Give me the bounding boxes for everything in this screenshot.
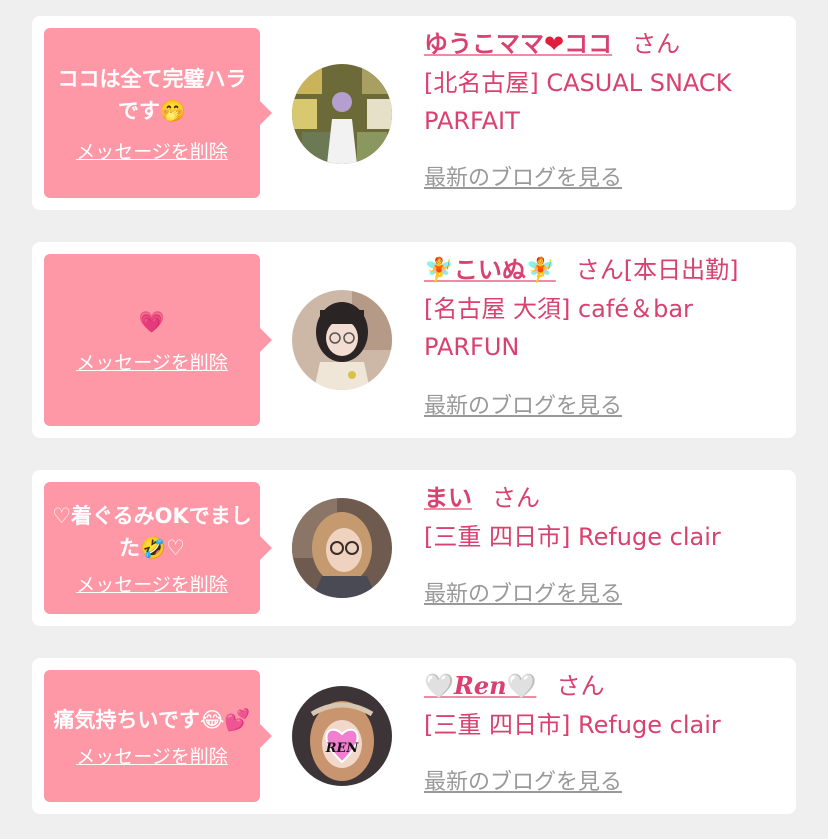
avatar[interactable] (292, 64, 392, 164)
message-bubble: 💗 メッセージを削除 (44, 254, 272, 426)
honorific: さん (632, 30, 681, 58)
message-text: 痛気持ちいです😂💕 (53, 707, 251, 732)
profile-info: 🧚こいぬ🧚 さん[本日出勤] [名古屋 大須] café＆bar PARFUN 最… (424, 252, 784, 419)
latest-blog-link[interactable]: 最新のブログを見る (424, 580, 622, 610)
profile-info: まい さん [三重 四日市] Refuge clair 最新のブログを見る (424, 480, 784, 607)
message-bubble: ココは全て完璧ハラです🤭 メッセージを削除 (44, 28, 272, 198)
avatar-ren-text: REN (325, 741, 360, 756)
message-card: ♡着ぐるみOKでました🤣♡ メッセージを削除 まい さん [三重 四日市] Ref… (32, 470, 796, 626)
message-card: ココは全て完璧ハラです🤭 メッセージを削除 ゆうこママ❤ココ さん [北名古屋] … (32, 16, 796, 210)
avatar[interactable]: REN (292, 686, 392, 786)
message-text: ココは全て完璧ハラです🤭 (57, 66, 247, 123)
message-text: ♡着ぐるみOKでました🤣♡ (52, 503, 252, 560)
profile-name-link[interactable]: ゆうこママ❤ココ (424, 30, 612, 58)
status-badge: [本日出勤] (623, 256, 739, 284)
shop-name: [北名古屋] CASUAL SNACK PARFAIT (424, 69, 732, 135)
message-bubble: 痛気持ちいです😂💕 メッセージを削除 (44, 670, 272, 802)
delete-message-link[interactable]: メッセージを削除 (76, 570, 228, 597)
avatar[interactable] (292, 498, 392, 598)
message-card: 💗 メッセージを削除 🧚こいぬ🧚 さん[本日出勤] [名古屋 大須] café＆b… (32, 242, 796, 438)
profile-name-link[interactable]: 🤍Ren🤍 (424, 671, 536, 700)
message-card: 痛気持ちいです😂💕 メッセージを削除 REN 🤍Ren🤍 さん [三重 四日市] … (32, 658, 796, 814)
profile-name-link[interactable]: 🧚こいぬ🧚 (424, 256, 556, 284)
shop-name: [三重 四日市] Refuge clair (424, 523, 721, 551)
honorific: さん (575, 256, 624, 284)
profile-info: ゆうこママ❤ココ さん [北名古屋] CASUAL SNACK PARFAIT 最… (424, 26, 784, 191)
message-bubble: ♡着ぐるみOKでました🤣♡ メッセージを削除 (44, 482, 272, 614)
message-text: 💗 (138, 309, 166, 334)
latest-blog-link[interactable]: 最新のブログを見る (424, 392, 622, 422)
delete-message-link[interactable]: メッセージを削除 (76, 348, 228, 375)
delete-message-link[interactable]: メッセージを削除 (76, 742, 228, 769)
latest-blog-link[interactable]: 最新のブログを見る (424, 164, 622, 194)
latest-blog-link[interactable]: 最新のブログを見る (424, 768, 622, 798)
honorific: さん (556, 672, 605, 700)
avatar[interactable] (292, 290, 392, 390)
profile-info: 🤍Ren🤍 さん [三重 四日市] Refuge clair 最新のブログを見る (424, 668, 784, 795)
honorific: さん (492, 484, 540, 512)
delete-message-link[interactable]: メッセージを削除 (76, 137, 228, 164)
shop-name: [名古屋 大須] café＆bar PARFUN (424, 295, 693, 361)
shop-name: [三重 四日市] Refuge clair (424, 711, 721, 739)
profile-name-link[interactable]: まい (424, 484, 472, 512)
